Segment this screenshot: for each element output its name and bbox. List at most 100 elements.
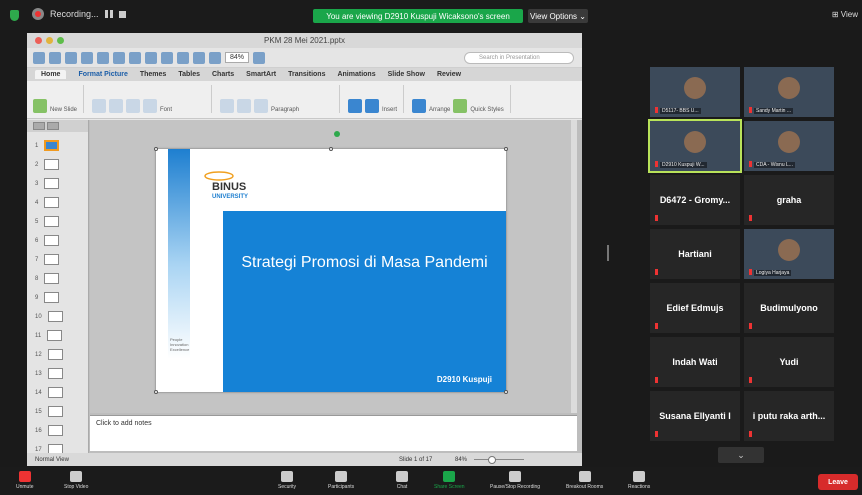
slide-thumbnail[interactable]: 9 — [35, 292, 60, 303]
view-button[interactable]: ⊞ View — [832, 10, 858, 19]
participant-tile[interactable]: D5117- BBS U... — [650, 67, 740, 117]
notes-pane[interactable]: Click to add notes — [90, 415, 577, 451]
tab-smartart[interactable]: SmartArt — [246, 71, 276, 78]
participant-tile[interactable]: Edief Edmujs — [650, 283, 740, 333]
open-icon[interactable] — [65, 51, 77, 64]
tab-home[interactable]: Home — [35, 70, 67, 79]
bold-icon[interactable] — [92, 99, 107, 113]
slide-thumbnail[interactable]: 7 — [35, 254, 60, 265]
slide-thumbnail[interactable]: 13 — [35, 368, 63, 379]
copy-icon[interactable] — [129, 51, 141, 64]
help-icon[interactable] — [253, 51, 266, 64]
stop-recording-icon[interactable] — [118, 10, 126, 18]
format-painter-icon[interactable] — [161, 51, 173, 64]
next-page-button[interactable]: ⌄ — [718, 447, 764, 463]
arrange-icon[interactable] — [412, 99, 427, 113]
tab-themes[interactable]: Themes — [140, 71, 166, 78]
participant-tile[interactable]: Susana Ellyanti I — [650, 391, 740, 441]
security-button[interactable]: Security — [278, 471, 296, 490]
slide-thumbnail[interactable]: 15 — [35, 406, 63, 417]
new-slide-icon[interactable] — [33, 99, 47, 113]
pause-recording-icon[interactable] — [104, 10, 113, 18]
cut-icon[interactable] — [113, 51, 125, 64]
new-icon[interactable] — [33, 51, 45, 64]
pause-stop-recording-button[interactable]: Pause/Stop Recording — [490, 471, 540, 490]
shape-icon[interactable] — [365, 99, 380, 113]
slide-thumbnail[interactable]: 11 — [35, 330, 63, 341]
slide-thumbnail[interactable]: 1 — [35, 140, 60, 151]
tab-format-picture[interactable]: Format Picture — [78, 71, 127, 78]
minimize-window-icon[interactable] — [46, 37, 53, 44]
resize-handle[interactable] — [504, 390, 508, 394]
slide-thumbnail[interactable]: 12 — [35, 349, 63, 360]
participant-tile[interactable]: Sandy Martin ... — [744, 67, 834, 117]
unmute-button[interactable]: Unmute — [16, 471, 34, 490]
zoom-select[interactable]: 84% — [225, 52, 250, 63]
thumb-view-toggle[interactable] — [27, 120, 88, 132]
reactions-button[interactable]: Reactions — [628, 471, 650, 490]
save-icon[interactable] — [81, 51, 93, 64]
quick-styles-label[interactable]: Quick Styles — [470, 107, 503, 113]
share-screen-button[interactable]: Share Screen — [434, 471, 465, 490]
breakout-rooms-button[interactable]: Breakout Rooms — [566, 471, 603, 490]
text-box-icon[interactable] — [348, 99, 363, 113]
leave-button[interactable]: Leave — [818, 474, 858, 490]
slide[interactable]: BINUS UNIVERSITY People Innovation Excel… — [156, 149, 506, 392]
new-slide-label[interactable]: New Slide — [50, 107, 77, 113]
resize-handle[interactable] — [154, 390, 158, 394]
vertical-scrollbar[interactable] — [571, 120, 577, 413]
slide-title[interactable]: Strategi Promosi di Masa Pandemi — [223, 253, 506, 273]
participant-tile[interactable]: D6472 - Gromy... — [650, 175, 740, 225]
tab-charts[interactable]: Charts — [212, 71, 234, 78]
quick-styles-icon[interactable] — [453, 99, 468, 113]
font-color-icon[interactable] — [143, 99, 158, 113]
participant-tile[interactable]: Hartiani — [650, 229, 740, 279]
maximize-window-icon[interactable] — [57, 37, 64, 44]
resize-handle[interactable] — [504, 147, 508, 151]
bullets-icon[interactable] — [220, 99, 235, 113]
zoom-slider[interactable] — [474, 456, 524, 464]
print-icon[interactable] — [97, 51, 109, 64]
gallery-icon[interactable] — [209, 51, 221, 64]
paste-icon[interactable] — [145, 51, 157, 64]
chat-button[interactable]: Chat — [396, 471, 408, 490]
slide-author[interactable]: D2910 Kuspuji — [437, 375, 492, 384]
numbering-icon[interactable] — [237, 99, 252, 113]
search-input[interactable]: Search in Presentation — [464, 51, 574, 64]
slide-thumbnail[interactable]: 2 — [35, 159, 60, 170]
stop-video-button[interactable]: Stop Video — [64, 471, 88, 490]
view-options-button[interactable]: View Options ⌄ — [528, 9, 588, 23]
resize-handle[interactable] — [154, 147, 158, 151]
slide-thumbnail[interactable]: 4 — [35, 197, 60, 208]
slide-thumbnail[interactable]: 14 — [35, 387, 63, 398]
participant-tile[interactable]: Logiya Harjaya — [744, 229, 834, 279]
tab-animations[interactable]: Animations — [337, 71, 375, 78]
participant-tile[interactable]: graha — [744, 175, 834, 225]
participant-tile[interactable]: CDA - Wisnu L... — [744, 121, 834, 171]
participant-tile[interactable]: Yudi — [744, 337, 834, 387]
shield-icon[interactable] — [10, 10, 19, 21]
slide-thumbnail[interactable]: 16 — [35, 425, 63, 436]
arrange-label[interactable]: Arrange — [429, 107, 450, 113]
splitter-handle[interactable] — [607, 245, 609, 261]
participant-tile[interactable]: D2910 Kuspuji W... — [648, 119, 742, 173]
tab-review[interactable]: Review — [437, 71, 461, 78]
slide-thumbnail[interactable]: 8 — [35, 273, 60, 284]
slide-thumbnail[interactable]: 10 — [35, 311, 63, 322]
redo-icon[interactable] — [193, 51, 205, 64]
participant-tile[interactable]: i putu raka arth... — [744, 391, 834, 441]
participants-button[interactable]: Participants — [328, 471, 354, 490]
align-icon[interactable] — [254, 99, 269, 113]
tab-slide-show[interactable]: Slide Show — [388, 71, 425, 78]
undo-icon[interactable] — [177, 51, 189, 64]
slide-thumbnail[interactable]: 3 — [35, 178, 60, 189]
tab-tables[interactable]: Tables — [178, 71, 200, 78]
slide-thumbnail[interactable]: 6 — [35, 235, 60, 246]
participant-tile[interactable]: Budimulyono — [744, 283, 834, 333]
rotate-handle[interactable] — [334, 131, 340, 137]
tab-transitions[interactable]: Transitions — [288, 71, 325, 78]
slide-thumbnail[interactable]: 5 — [35, 216, 60, 227]
participant-tile[interactable]: Indah Wati — [650, 337, 740, 387]
resize-handle[interactable] — [329, 147, 333, 151]
status-view[interactable]: Normal View — [35, 457, 69, 463]
